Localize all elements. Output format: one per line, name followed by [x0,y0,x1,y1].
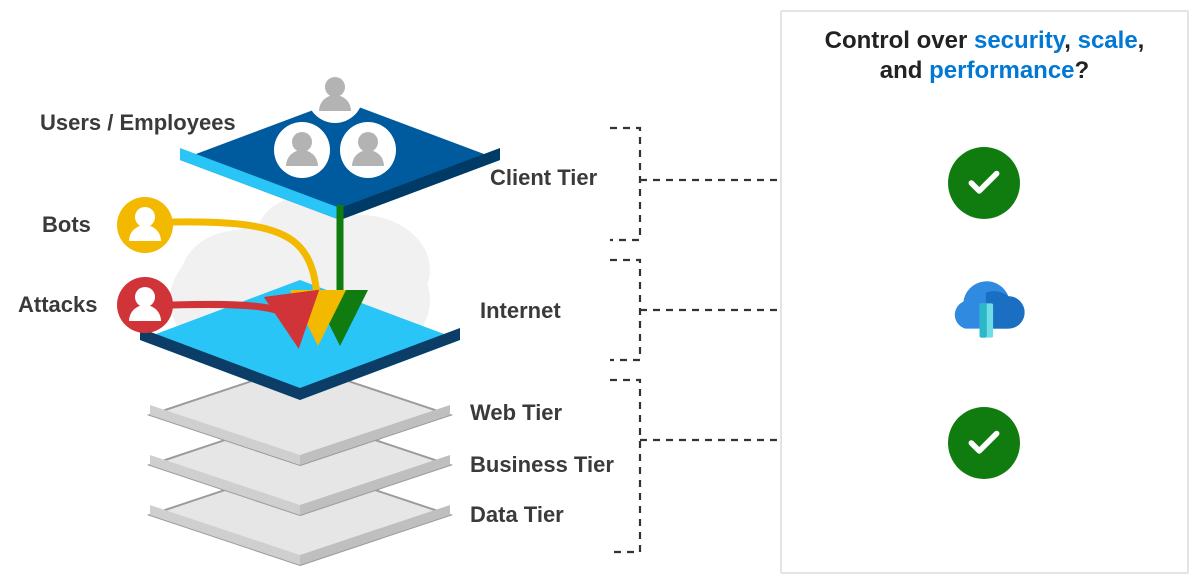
attacks-label: Attacks [18,292,97,318]
data-tier-label: Data Tier [470,502,564,528]
attacks-avatar-icon [117,277,173,333]
q-sep2: , [1138,27,1145,54]
q-scale: scale [1078,27,1138,54]
bots-label: Bots [42,212,91,238]
users-label: Users / Employees [40,110,236,136]
q-sep1: , [1064,27,1077,54]
backend-tiers-check-icon [948,407,1020,479]
q-suffix: ? [1075,57,1090,84]
q-security: security [974,27,1064,54]
internet-label: Internet [480,298,561,324]
q-performance: performance [929,57,1074,84]
client-tier-check-icon [948,147,1020,219]
control-question-panel: Control over security, scale, and perfor… [780,10,1189,574]
client-tier-label: Client Tier [490,165,597,191]
q-and: and [880,57,929,84]
azure-front-door-icon [940,280,1030,346]
web-tier-label: Web Tier [470,400,562,426]
business-tier-label: Business Tier [470,452,614,478]
control-question: Control over security, scale, and perfor… [782,12,1187,86]
bots-avatar-icon [117,197,173,253]
q-pre: Control over [825,27,974,54]
